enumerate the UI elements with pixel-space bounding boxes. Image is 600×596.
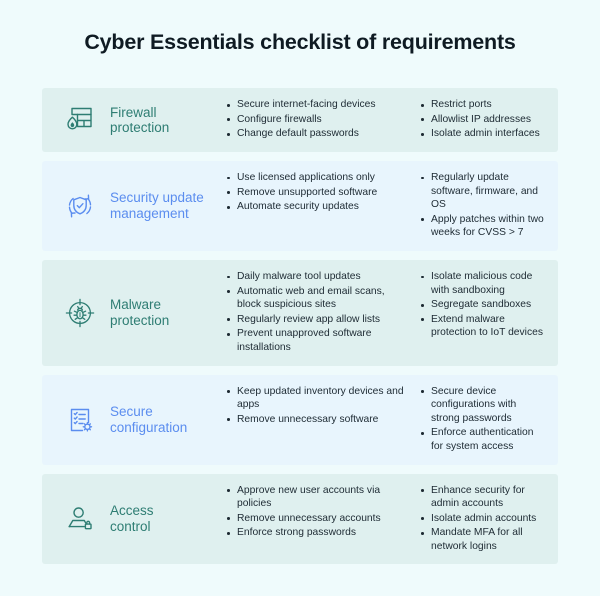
list-item: Enhance security for admin accounts [420,484,546,511]
list-item: Secure device configurations with strong… [420,385,546,426]
list-item: Isolate admin interfaces [420,127,546,141]
list-item: Allowlist IP addresses [420,113,546,127]
list-item: Use licensed applications only [226,171,406,185]
category-identity: Security update management [58,184,226,228]
list-item: Remove unnecessary software [226,413,406,427]
category-label-line1: Malware [110,297,162,313]
requirements-list: Firewall protection Secure internet-faci… [42,88,558,573]
list-item: Apply patches within two weeks for CVSS … [420,213,546,240]
checklist-gear-icon [58,398,102,442]
list-item: Configure firewalls [226,113,406,127]
list-item: Change default passwords [226,127,406,141]
category-label-line2: control [110,518,151,534]
list-item: Remove unnecessary accounts [226,512,406,526]
list-item: Remove unsupported software [226,186,406,200]
list-item: Segregate sandboxes [420,298,546,312]
list-item: Secure internet-facing devices [226,98,406,112]
bullet-column-1: Secure internet-facing devices Configure… [226,98,406,142]
category-label-line1: Security update [110,190,204,206]
requirement-bullets: Approve new user accounts via policies R… [226,484,546,555]
requirement-row-secure-configuration: Secure configuration Keep updated invent… [42,374,558,465]
list-item: Automate security updates [226,200,406,214]
bullet-column-1: Use licensed applications only Remove un… [226,171,406,241]
category-label-secure-configuration: Secure configuration [110,404,187,435]
category-label-line1: Firewall [110,104,157,120]
requirement-row-security-update-management: Security update management Use licensed … [42,161,558,251]
list-item: Restrict ports [420,98,546,112]
category-label-line1: Secure [110,404,153,420]
list-item: Regularly review app allow lists [226,313,406,327]
category-identity: Firewall protection [58,98,226,142]
category-label-malware-protection: Malware protection [110,297,169,328]
requirement-row-firewall-protection: Firewall protection Secure internet-faci… [42,88,558,152]
requirement-row-access-control: Access control Approve new user accounts… [42,473,558,565]
bug-target-icon [58,291,102,335]
list-item: Prevent unapproved software installation… [226,327,406,354]
list-item: Enforce authentication for system access [420,426,546,453]
category-identity: Secure configuration [58,398,226,442]
list-item: Isolate admin accounts [420,512,546,526]
list-item: Enforce strong passwords [226,526,406,540]
list-item: Mandate MFA for all network logins [420,526,546,553]
category-label-security-update-management: Security update management [110,190,204,221]
bullet-column-2: Restrict ports Allowlist IP addresses Is… [416,98,546,142]
list-item: Daily malware tool updates [226,270,406,284]
category-label-line1: Access [110,503,154,519]
category-label-access-control: Access control [110,503,154,534]
shield-refresh-icon [58,184,102,228]
infographic-page: Cyber Essentials checklist of requiremen… [0,0,600,596]
bullet-column-1: Keep updated inventory devices and apps … [226,385,406,455]
requirement-bullets: Secure internet-facing devices Configure… [226,98,546,142]
list-item: Automatic web and email scans, block sus… [226,285,406,312]
list-item: Isolate malicious code with sandboxing [420,270,546,297]
bullet-column-2: Isolate malicious code with sandboxing S… [416,270,546,356]
bullet-column-1: Daily malware tool updates Automatic web… [226,270,406,356]
category-label-line2: protection [110,120,170,135]
requirement-bullets: Daily malware tool updates Automatic web… [226,270,546,356]
requirement-bullets: Keep updated inventory devices and apps … [226,385,546,455]
category-identity: Malware protection [58,291,226,335]
bullet-column-1: Approve new user accounts via policies R… [226,484,406,555]
category-label-line2: configuration [110,419,188,435]
list-item: Extend malware protection to IoT devices [420,313,546,340]
list-item: Keep updated inventory devices and apps [226,385,406,412]
category-label-line2: protection [110,312,170,328]
category-label-line2: management [110,205,189,221]
bullet-column-2: Enhance security for admin accounts Isol… [416,484,546,555]
category-label-firewall-protection: Firewall protection [110,105,169,136]
firewall-icon [58,98,102,142]
requirement-row-malware-protection: Malware protection Daily malware tool up… [42,259,558,366]
requirement-bullets: Use licensed applications only Remove un… [226,171,546,241]
bullet-column-2: Secure device configurations with strong… [416,385,546,455]
list-item: Approve new user accounts via policies [226,484,406,511]
list-item: Regularly update software, firmware, and… [420,171,546,212]
page-title: Cyber Essentials checklist of requiremen… [84,30,516,54]
bullet-column-2: Regularly update software, firmware, and… [416,171,546,241]
category-identity: Access control [58,497,226,541]
user-lock-icon [58,497,102,541]
